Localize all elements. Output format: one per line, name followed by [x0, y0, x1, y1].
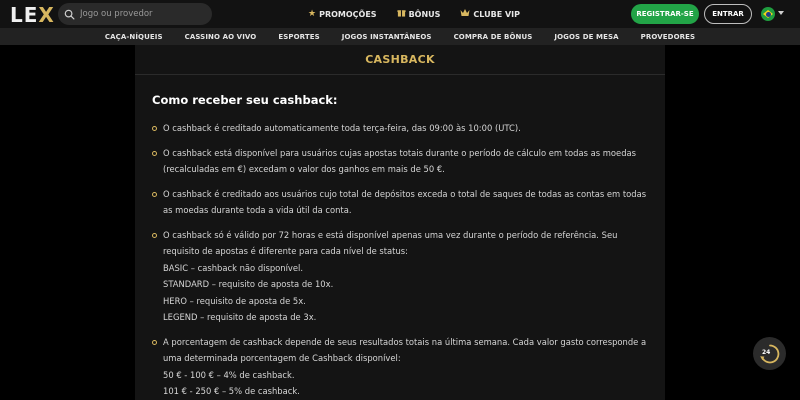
category-nav: CAÇA-NÍQUEIS CASSINO AO VIVO ESPORTES JO…	[0, 28, 800, 45]
section-title: Como receber seu cashback:	[152, 93, 338, 107]
support-chat-button[interactable]: 24	[753, 337, 786, 370]
lex-logo[interactable]: LEX	[10, 3, 55, 27]
bullet-icon	[152, 150, 157, 156]
nav-promocoes[interactable]: ★ PROMOÇÕES	[308, 9, 377, 19]
bullet-icon	[152, 232, 157, 238]
nav-promocoes-label: PROMOÇÕES	[319, 9, 377, 19]
nav-clube-vip-label: CLUBE VIP	[473, 9, 520, 19]
list-item: O cashback está disponível para usuários…	[152, 145, 652, 178]
crown-icon	[460, 8, 470, 20]
nav-bonus[interactable]: BÔNUS	[397, 8, 441, 20]
list-item: O cashback é creditado automaticamente t…	[152, 120, 652, 137]
nav-clube-vip[interactable]: CLUBE VIP	[460, 8, 520, 20]
category-jogos-instantaneos[interactable]: JOGOS INSTANTÂNEOS	[342, 33, 432, 41]
search-input[interactable]	[80, 9, 210, 19]
page-title: CASHBACK	[365, 53, 435, 66]
bullet-icon	[152, 191, 157, 197]
support-badge: 24	[762, 349, 771, 356]
bullet-icon	[152, 126, 157, 131]
top-nav: ★ PROMOÇÕES BÔNUS CLUBE VIP	[308, 0, 520, 28]
nav-bonus-label: BÔNUS	[408, 9, 441, 19]
cashback-rules-list: O cashback é creditado automaticamente t…	[152, 120, 652, 400]
cashback-panel: CASHBACK Como receber seu cashback: O ca…	[135, 45, 665, 400]
search-icon	[64, 9, 75, 19]
top-header: LEX ★PROMOÇÕES BÔNUS CLUBE VIP REGISTRAR…	[0, 0, 800, 28]
list-item: O cashback só é válido por 72 horas e es…	[152, 227, 652, 326]
category-caca-niqueis[interactable]: CAÇA-NÍQUEIS	[105, 33, 163, 41]
category-provedores[interactable]: PROVEDORES	[641, 33, 695, 41]
list-item: A porcentagem de cashback depende de seu…	[152, 334, 652, 400]
gift-icon	[397, 8, 406, 20]
category-esportes[interactable]: ESPORTES	[278, 33, 319, 41]
category-cassino-ao-vivo[interactable]: CASSINO AO VIVO	[185, 33, 257, 41]
search-bar[interactable]	[58, 3, 212, 25]
star-icon: ★	[308, 9, 317, 19]
login-button[interactable]: ENTRAR	[704, 4, 752, 24]
chevron-down-icon[interactable]	[778, 11, 784, 15]
panel-header: CASHBACK	[135, 45, 665, 75]
category-compra-de-bonus[interactable]: COMPRA DE BÔNUS	[454, 33, 533, 41]
category-jogos-de-mesa[interactable]: JOGOS DE MESA	[554, 33, 618, 41]
list-item: O cashback é creditado aos usuários cujo…	[152, 186, 652, 219]
brazil-flag-icon[interactable]	[761, 7, 775, 21]
bullet-icon	[152, 339, 157, 345]
register-button[interactable]: REGISTRAR-SE	[631, 4, 699, 24]
